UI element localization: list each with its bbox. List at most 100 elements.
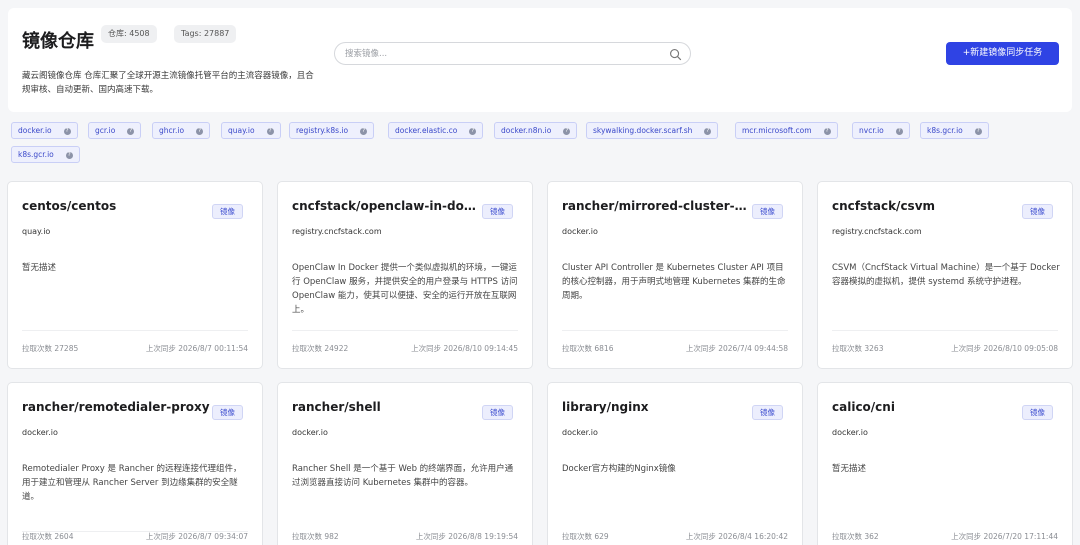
card-title[interactable]: library/nginx xyxy=(562,400,750,414)
registry-tag-label: skywalking.docker.scarf.sh xyxy=(593,126,693,135)
pull-count: 拉取次数 2604 xyxy=(22,532,74,541)
pull-count: 拉取次数 3263 xyxy=(832,344,884,353)
image-card[interactable]: cncfstack/openclaw-in-doc... 镜像 registry… xyxy=(277,181,533,369)
search-input[interactable] xyxy=(345,46,655,61)
header-panel: 镜像仓库 仓库: 4508 Tags: 27887 藏云阁镜像仓库 仓库汇聚了全… xyxy=(8,8,1072,112)
registry-tag-label: gcr.io xyxy=(95,126,116,135)
registry-tag-label: k8s.gcr.io xyxy=(18,150,54,159)
registry-tag[interactable]: docker.io? xyxy=(11,122,78,139)
search-box[interactable] xyxy=(334,42,691,65)
last-sync-time: 上次同步 2026/8/7 00:11:54 xyxy=(145,344,248,353)
pull-count: 拉取次数 982 xyxy=(292,532,339,541)
image-type-badge: 镜像 xyxy=(212,204,243,219)
registry-tag-label: docker.n8n.io xyxy=(501,126,552,135)
pull-count: 拉取次数 362 xyxy=(832,532,879,541)
image-type-badge: 镜像 xyxy=(752,405,783,420)
card-description: Cluster API Controller 是 Kubernetes Clus… xyxy=(562,263,786,301)
registry-tag[interactable]: k8s.gcr.io? xyxy=(920,122,989,139)
registry-tag[interactable]: gcr.io? xyxy=(88,122,142,139)
image-card[interactable]: calico/cni 镜像 docker.io 暂无描述 拉取次数 362 上次… xyxy=(817,382,1073,545)
pull-count: 拉取次数 27285 xyxy=(22,344,79,353)
help-icon[interactable]: ? xyxy=(823,128,831,135)
registry-tag-label: quay.io xyxy=(228,126,255,135)
help-icon[interactable]: ? xyxy=(196,128,204,135)
image-type-badge: 镜像 xyxy=(1022,204,1053,219)
search-icon[interactable] xyxy=(669,48,682,61)
image-type-badge: 镜像 xyxy=(752,204,783,219)
card-description: Remotedialer Proxy 是 Rancher 的远程连接代理组件，用… xyxy=(22,464,242,502)
card-divider xyxy=(832,330,1058,331)
image-card[interactable]: rancher/remotedialer-proxy 镜像 docker.io … xyxy=(7,382,263,545)
help-icon[interactable]: ? xyxy=(469,128,477,135)
image-type-badge: 镜像 xyxy=(212,405,243,420)
card-description: 暂无描述 xyxy=(832,464,867,474)
card-title[interactable]: rancher/remotedialer-proxy xyxy=(22,400,210,414)
card-title[interactable]: cncfstack/openclaw-in-doc... xyxy=(292,199,480,213)
pull-count: 拉取次数 629 xyxy=(562,532,609,541)
card-title[interactable]: calico/cni xyxy=(832,400,1020,414)
page-description: 藏云阁镜像仓库 仓库汇聚了全球开源主流镜像托管平台的主流容器镜像，且合规审核、自… xyxy=(22,71,314,95)
card-registry: docker.io xyxy=(292,428,328,437)
help-icon[interactable]: ? xyxy=(127,128,135,135)
registry-tag[interactable]: mcr.microsoft.com? xyxy=(735,122,838,139)
card-description: Rancher Shell 是一个基于 Web 的终端界面，允许用户通过浏览器直… xyxy=(292,464,514,488)
image-card[interactable]: cncfstack/csvm 镜像 registry.cncfstack.com… xyxy=(817,181,1073,369)
image-type-badge: 镜像 xyxy=(482,204,513,219)
last-sync-time: 上次同步 2026/7/20 17:11:44 xyxy=(951,532,1058,541)
image-card[interactable]: library/nginx 镜像 docker.io Docker官方构建的Ng… xyxy=(547,382,803,545)
last-sync-time: 上次同步 2026/8/10 09:05:08 xyxy=(951,344,1058,353)
registry-tag[interactable]: skywalking.docker.scarf.sh? xyxy=(586,122,719,139)
page-title: 镜像仓库 xyxy=(22,31,94,52)
registry-tag[interactable]: quay.io? xyxy=(221,122,281,139)
last-sync-time: 上次同步 2026/8/4 16:20:42 xyxy=(685,532,788,541)
image-card[interactable]: rancher/shell 镜像 docker.io Rancher Shell… xyxy=(277,382,533,545)
registry-tag-label: ghcr.io xyxy=(159,126,185,135)
card-registry: docker.io xyxy=(562,227,598,236)
last-sync-time: 上次同步 2026/8/8 19:19:54 xyxy=(415,532,518,541)
card-title[interactable]: centos/centos xyxy=(22,199,210,213)
last-sync-time: 上次同步 2026/8/10 09:14:45 xyxy=(411,344,518,353)
registry-tag-label: mcr.microsoft.com xyxy=(742,126,812,135)
registry-tag[interactable]: docker.elastic.co? xyxy=(388,122,484,139)
registry-tag[interactable]: nvcr.io? xyxy=(852,122,910,139)
new-sync-task-button[interactable]: +新建镜像同步任务 xyxy=(946,42,1059,65)
registry-tag-label: docker.elastic.co xyxy=(395,126,458,135)
registry-tag[interactable]: ghcr.io? xyxy=(152,122,211,139)
registry-tag-label: k8s.gcr.io xyxy=(927,126,963,135)
card-registry: docker.io xyxy=(22,428,58,437)
card-registry: registry.cncfstack.com xyxy=(832,227,922,236)
card-description: OpenClaw In Docker 提供一个类似虚拟机的环境，一键运行 Ope… xyxy=(292,263,518,315)
card-divider xyxy=(292,330,518,331)
card-registry: docker.io xyxy=(562,428,598,437)
image-card[interactable]: rancher/mirrored-cluster-a... 镜像 docker.… xyxy=(547,181,803,369)
help-icon[interactable]: ? xyxy=(563,128,571,135)
registry-tag[interactable]: k8s.gcr.io? xyxy=(11,146,80,163)
tags-count-badge: Tags: 27887 xyxy=(174,25,237,43)
image-type-badge: 镜像 xyxy=(482,405,513,420)
card-title[interactable]: rancher/shell xyxy=(292,400,480,414)
card-title[interactable]: cncfstack/csvm xyxy=(832,199,1020,213)
card-divider xyxy=(562,330,788,331)
registry-tag-label: registry.k8s.io xyxy=(296,126,349,135)
card-title[interactable]: rancher/mirrored-cluster-a... xyxy=(562,199,750,213)
help-icon[interactable]: ? xyxy=(65,152,73,159)
help-icon[interactable]: ? xyxy=(360,128,368,135)
card-description: 暂无描述 xyxy=(22,263,57,273)
image-type-badge: 镜像 xyxy=(1022,405,1053,420)
help-icon[interactable]: ? xyxy=(895,128,903,135)
registry-tag-label: docker.io xyxy=(18,126,52,135)
card-registry: quay.io xyxy=(22,227,51,236)
registry-tag[interactable]: docker.n8n.io? xyxy=(494,122,578,139)
card-divider xyxy=(22,330,248,331)
last-sync-time: 上次同步 2026/8/7 09:34:07 xyxy=(145,532,248,541)
registry-tag[interactable]: registry.k8s.io? xyxy=(289,122,375,139)
help-icon[interactable]: ? xyxy=(704,128,712,135)
image-card[interactable]: centos/centos 镜像 quay.io 暂无描述 拉取次数 27285… xyxy=(7,181,263,369)
help-icon[interactable]: ? xyxy=(974,128,982,135)
registry-tag-label: nvcr.io xyxy=(859,126,884,135)
repo-count-badge: 仓库: 4508 xyxy=(101,25,157,43)
help-icon[interactable]: ? xyxy=(63,128,71,135)
card-registry: docker.io xyxy=(832,428,868,437)
help-icon[interactable]: ? xyxy=(266,128,274,135)
card-description: CSVM（CncfStack Virtual Machine）是一个基于 Doc… xyxy=(832,263,1060,287)
